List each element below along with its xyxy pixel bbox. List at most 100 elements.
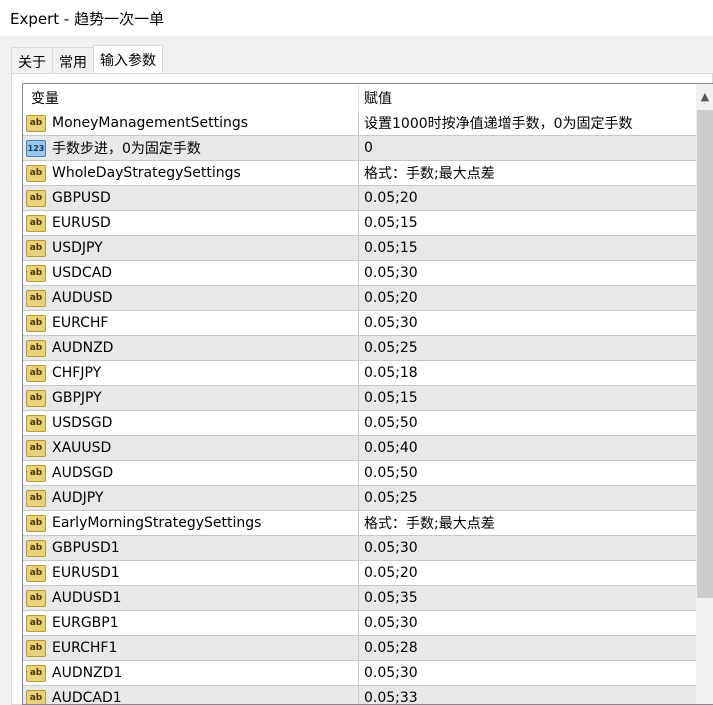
string-type-icon: ab — [26, 314, 46, 332]
variable-cell: ab XAUUSD — [23, 436, 359, 460]
table-row[interactable]: ab EURCHF 0.05;30 — [23, 311, 696, 336]
value-cell[interactable]: 0.05;30 — [359, 315, 418, 331]
table-row[interactable]: ab EURUSD1 0.05;20 — [23, 561, 696, 586]
table-row[interactable]: ab WholeDayStrategySettings 格式：手数;最大点差 — [23, 161, 696, 186]
variable-cell: ab AUDSGD — [23, 461, 359, 485]
variable-cell: ab WholeDayStrategySettings — [23, 161, 359, 185]
value-cell[interactable]: 0.05;50 — [359, 415, 418, 431]
value-cell[interactable]: 0.05;20 — [359, 190, 418, 206]
variable-name: EURCHF1 — [52, 640, 118, 656]
table-row[interactable]: ab AUDCAD1 0.05;33 — [23, 686, 696, 705]
variable-cell: ab USDJPY — [23, 236, 359, 260]
table-row[interactable]: 123 手数步进，0为固定手数 0 — [23, 136, 696, 161]
string-type-icon: ab — [26, 539, 46, 557]
table-row[interactable]: ab GBPJPY 0.05;15 — [23, 386, 696, 411]
variable-name: GBPUSD — [52, 190, 111, 206]
value-cell[interactable]: 0.05;15 — [359, 390, 418, 406]
value-cell[interactable]: 格式：手数;最大点差 — [359, 163, 495, 183]
window-title-bar: Expert - 趋势一次一单 — [0, 0, 713, 36]
value-cell[interactable]: 0 — [359, 140, 373, 156]
table-row[interactable]: ab CHFJPY 0.05;18 — [23, 361, 696, 386]
variable-cell: ab AUDNZD — [23, 336, 359, 360]
variable-name: AUDNZD — [52, 340, 114, 356]
value-cell[interactable]: 0.05;28 — [359, 640, 418, 656]
value-cell[interactable]: 0.05;15 — [359, 215, 418, 231]
table-row[interactable]: ab EURGBP1 0.05;30 — [23, 611, 696, 636]
inputs-list: 变量 赋值 ab MoneyManagementSettings 设置1000时按净… — [22, 83, 713, 705]
string-type-icon: ab — [26, 339, 46, 357]
variable-cell: ab GBPUSD1 — [23, 536, 359, 560]
variable-cell: ab EURCHF — [23, 311, 359, 335]
variable-name: EarlyMorningStrategySettings — [52, 515, 262, 531]
column-header-variable[interactable]: 变量 — [23, 84, 359, 111]
table-row[interactable]: ab USDCAD 0.05;30 — [23, 261, 696, 286]
variable-cell: ab EURUSD — [23, 211, 359, 235]
tab-bar: 关于 常用 输入参数 — [11, 45, 163, 73]
table-row[interactable]: ab USDSGD 0.05;50 — [23, 411, 696, 436]
table-row[interactable]: ab XAUUSD 0.05;40 — [23, 436, 696, 461]
value-cell[interactable]: 0.05;30 — [359, 615, 418, 631]
value-cell[interactable]: 0.05;35 — [359, 590, 418, 606]
list-header: 变量 赋值 — [23, 84, 696, 111]
variable-name: CHFJPY — [52, 365, 102, 381]
variable-name: AUDNZD1 — [52, 665, 123, 681]
string-type-icon: ab — [26, 239, 46, 257]
value-cell[interactable]: 0.05;30 — [359, 265, 418, 281]
variable-cell: ab EURUSD1 — [23, 561, 359, 585]
value-cell[interactable]: 0.05;15 — [359, 240, 418, 256]
table-row[interactable]: ab GBPUSD 0.05;20 — [23, 186, 696, 211]
variable-cell: ab USDCAD — [23, 261, 359, 285]
table-row[interactable]: ab USDJPY 0.05;15 — [23, 236, 696, 261]
variable-name: EURGBP1 — [52, 615, 119, 631]
table-row[interactable]: ab AUDNZD 0.05;25 — [23, 336, 696, 361]
string-type-icon: ab — [26, 414, 46, 432]
variable-name: MoneyManagementSettings — [52, 115, 249, 131]
table-row[interactable]: ab EarlyMorningStrategySettings 格式：手数;最大点差 — [23, 511, 696, 536]
value-cell[interactable]: 0.05;33 — [359, 690, 418, 704]
vertical-scrollbar[interactable]: ▲ — [696, 84, 713, 704]
value-cell[interactable]: 0.05;20 — [359, 290, 418, 306]
number-type-icon: 123 — [26, 139, 46, 157]
string-type-icon: ab — [26, 289, 46, 307]
table-row[interactable]: ab AUDUSD 0.05;20 — [23, 286, 696, 311]
variable-cell: ab EURGBP1 — [23, 611, 359, 635]
variable-cell: ab AUDUSD — [23, 286, 359, 310]
table-row[interactable]: ab AUDNZD1 0.05;30 — [23, 661, 696, 686]
string-type-icon: ab — [26, 489, 46, 507]
table-row[interactable]: ab AUDUSD1 0.05;35 — [23, 586, 696, 611]
variable-name: AUDUSD — [52, 290, 113, 306]
table-row[interactable]: ab MoneyManagementSettings 设置1000时按净值递增手数，… — [23, 111, 696, 136]
value-cell[interactable]: 格式：手数;最大点差 — [359, 513, 495, 533]
value-cell[interactable]: 0.05;40 — [359, 440, 418, 456]
tab-common[interactable]: 常用 — [52, 47, 94, 73]
value-cell[interactable]: 设置1000时按净值递增手数，0为固定手数 — [359, 113, 633, 133]
string-type-icon: ab — [26, 389, 46, 407]
scroll-up-icon[interactable]: ▲ — [696, 84, 713, 108]
value-cell[interactable]: 0.05;50 — [359, 465, 418, 481]
variable-name: GBPJPY — [52, 390, 102, 406]
variable-name: AUDJPY — [52, 490, 104, 506]
variable-cell: ab AUDCAD1 — [23, 686, 359, 705]
scrollbar-thumb[interactable] — [697, 110, 713, 598]
table-row[interactable]: ab AUDSGD 0.05;50 — [23, 461, 696, 486]
value-cell[interactable]: 0.05;25 — [359, 490, 418, 506]
string-type-icon: ab — [26, 689, 46, 704]
variable-name: AUDCAD1 — [52, 690, 122, 705]
table-row[interactable]: ab EURCHF1 0.05;28 — [23, 636, 696, 661]
table-row[interactable]: ab AUDJPY 0.05;25 — [23, 486, 696, 511]
value-cell[interactable]: 0.05;30 — [359, 665, 418, 681]
tab-about[interactable]: 关于 — [11, 47, 53, 73]
tab-inputs[interactable]: 输入参数 — [93, 45, 163, 73]
table-row[interactable]: ab GBPUSD1 0.05;30 — [23, 536, 696, 561]
value-cell[interactable]: 0.05;30 — [359, 540, 418, 556]
value-cell[interactable]: 0.05;18 — [359, 365, 418, 381]
column-header-value[interactable]: 赋值 — [359, 88, 392, 108]
string-type-icon: ab — [26, 464, 46, 482]
string-type-icon: ab — [26, 639, 46, 657]
table-row[interactable]: ab EURUSD 0.05;15 — [23, 211, 696, 236]
variable-name: USDCAD — [52, 265, 113, 281]
variable-cell: ab GBPJPY — [23, 386, 359, 410]
value-cell[interactable]: 0.05;20 — [359, 565, 418, 581]
variable-name: 手数步进，0为固定手数 — [52, 141, 201, 157]
value-cell[interactable]: 0.05;25 — [359, 340, 418, 356]
